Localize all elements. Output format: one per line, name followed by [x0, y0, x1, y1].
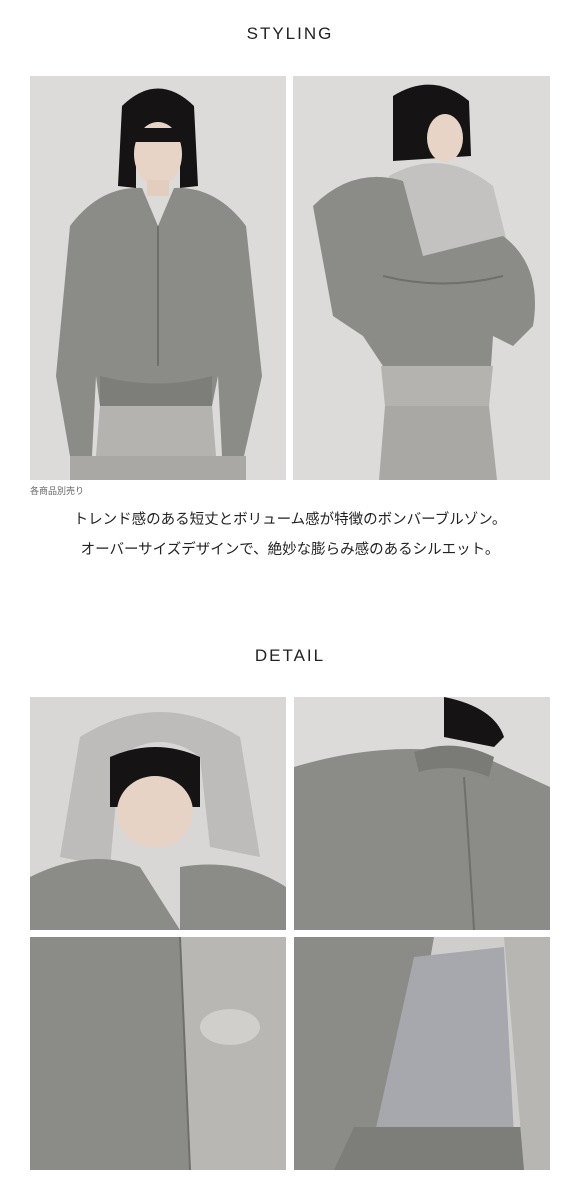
lining-closeup-photo	[294, 937, 550, 1170]
model-front-photo	[30, 76, 286, 480]
description-line-1: トレンド感のある短丈とボリューム感が特徴のボンバーブルゾン。	[73, 512, 507, 528]
detail-heading: DETAIL	[254, 646, 326, 665]
sold-separately-note: 各商品別売り	[30, 487, 85, 497]
pocket-closeup-photo	[30, 937, 286, 1170]
collar-back-closeup-photo	[294, 697, 550, 930]
hood-closeup-photo	[30, 697, 286, 930]
description-line-2: オーバーサイズデザインで、絶妙な膨らみ感のあるシルエット。	[80, 542, 500, 558]
styling-heading: STYLING	[246, 24, 334, 43]
model-back-photo	[293, 76, 550, 480]
